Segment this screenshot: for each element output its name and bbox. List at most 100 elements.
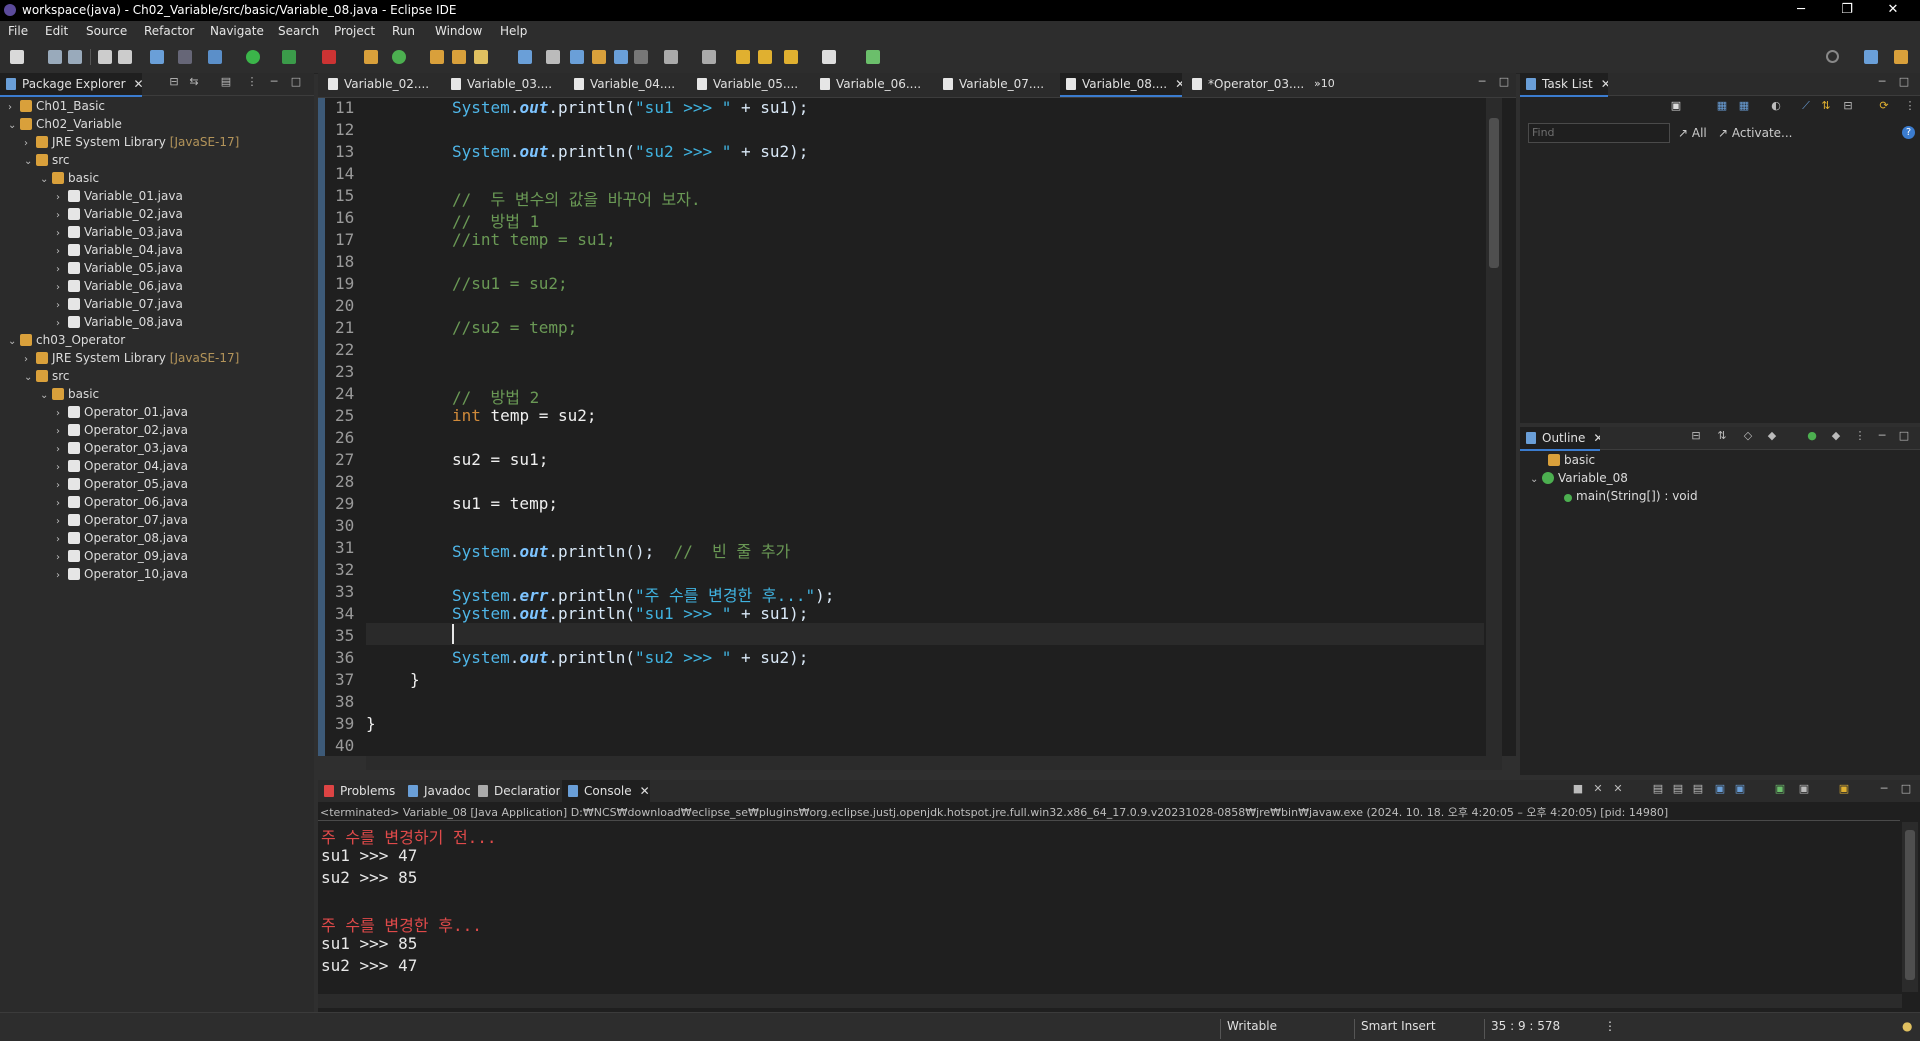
collapse-all-icon[interactable]: ⊟ [1690, 430, 1702, 443]
tree-item[interactable]: › Variable_01.java [56, 187, 183, 205]
tree-item[interactable]: ⌄ src [24, 367, 70, 385]
maximize-button[interactable]: ❐ [1824, 0, 1870, 21]
tree-item[interactable]: › Variable_08.java [56, 313, 183, 331]
tree-item[interactable]: ⌄ src [24, 151, 70, 169]
view-menu-icon[interactable]: ⋮ [246, 76, 258, 89]
menu-refactor[interactable]: Refactor [144, 24, 194, 38]
view-menu-icon[interactable]: ⋮ [1904, 100, 1916, 113]
help-icon[interactable]: ? [1902, 126, 1915, 139]
maximize-icon[interactable]: □ [1900, 783, 1912, 796]
outline-method[interactable]: main(String[]) : void [1564, 487, 1698, 505]
minimize-button[interactable]: ─ [1778, 0, 1824, 21]
close-button[interactable]: ✕ [1870, 0, 1916, 21]
close-icon[interactable]: ✕ [134, 77, 142, 91]
chevron-down-icon[interactable]: ⌄ [8, 333, 20, 351]
maximize-icon[interactable]: □ [1898, 76, 1910, 89]
minimize-icon[interactable]: ─ [268, 76, 280, 89]
debug-icon[interactable] [208, 50, 222, 64]
show-stdout-icon[interactable]: ▣ [1714, 783, 1726, 796]
tree-item[interactable]: › Variable_07.java [56, 295, 183, 313]
code-editor[interactable]: 11 12 13 14 15 16 17 18 19 20 21 22 23 24 25 26 27 28 29 30… [318, 98, 1516, 770]
hide-fields-icon[interactable]: ◇ [1742, 430, 1754, 443]
menu-help[interactable]: Help [500, 24, 527, 38]
tree-item[interactable]: › Operator_02.java [56, 421, 188, 439]
menu-window[interactable]: Window [435, 24, 482, 38]
external-tools-icon[interactable] [322, 50, 336, 64]
tab-variable-06[interactable]: Variable_06.... [814, 73, 932, 95]
maximize-icon[interactable]: □ [1898, 430, 1910, 443]
terminate-icon[interactable]: ■ [1572, 783, 1584, 796]
minimize-icon[interactable]: ─ [1876, 430, 1888, 443]
tree-item[interactable]: ⌄ Ch02_Variable [8, 115, 122, 133]
chevron-down-icon[interactable]: ⌄ [24, 369, 36, 387]
tab-variable-03[interactable]: Variable_03.... [445, 73, 563, 95]
activate-link[interactable]: ↗ Activate... [1718, 126, 1793, 140]
menu-edit[interactable]: Edit [45, 24, 68, 38]
menu-search[interactable]: Search [278, 24, 319, 38]
console-panel[interactable]: <terminated> Variable_08 [Java Applicati… [318, 802, 1920, 1012]
tree-item[interactable]: › Operator_09.java [56, 547, 188, 565]
focus-icon[interactable]: ⟋ [1800, 100, 1812, 113]
chevron-down-icon[interactable]: ⌄ [1530, 471, 1542, 489]
link-editor-icon[interactable]: ⇆ [188, 76, 200, 89]
sync-icon[interactable]: ⟳ [1878, 100, 1890, 113]
coverage-icon[interactable] [282, 50, 296, 64]
display-console-icon[interactable]: ▣ [1798, 783, 1810, 796]
hide-static-icon[interactable]: ◆ [1766, 430, 1778, 443]
hide-completed-icon[interactable]: ◐ [1770, 100, 1782, 113]
back-icon[interactable] [784, 50, 798, 64]
new-task-icon[interactable]: ▣ [1670, 100, 1682, 113]
minimize-icon[interactable]: ─ [1878, 783, 1890, 796]
close-icon[interactable]: ✕ [1175, 77, 1182, 91]
menu-run[interactable]: Run [392, 24, 415, 38]
new-class-icon[interactable] [392, 50, 406, 64]
tree-item[interactable]: › Operator_10.java [56, 565, 188, 583]
outline-package[interactable]: basic [1548, 451, 1595, 469]
open-task-icon[interactable] [452, 50, 466, 64]
sort-icon[interactable]: ⇅ [1820, 100, 1832, 113]
pilcrow-icon[interactable] [634, 50, 648, 64]
tree-item[interactable]: › Variable_03.java [56, 223, 183, 241]
forward-icon[interactable] [822, 50, 836, 64]
prev-annotation-icon[interactable] [702, 50, 716, 64]
tree-item[interactable]: › Ch01_Basic [8, 97, 105, 115]
tree-item[interactable]: › Variable_04.java [56, 241, 183, 259]
hide-local-types-icon[interactable]: ◆ [1830, 430, 1842, 443]
maximize-icon[interactable]: □ [290, 76, 302, 89]
word-wrap-icon[interactable] [592, 50, 606, 64]
new-java-project-icon[interactable] [364, 50, 378, 64]
toggle-highlight-icon[interactable] [546, 50, 560, 64]
save-icon[interactable] [48, 50, 62, 64]
close-icon[interactable]: ✕ [1601, 77, 1608, 91]
scroll-lock-icon[interactable]: ▤ [1672, 783, 1684, 796]
show-whitespace-icon[interactable] [614, 50, 628, 64]
new-icon[interactable] [10, 50, 24, 64]
tree-item[interactable]: › Variable_02.java [56, 205, 183, 223]
word-wrap-icon[interactable]: ▤ [1692, 783, 1704, 796]
menu-source[interactable]: Source [86, 24, 127, 38]
console-vertical-scrollbar[interactable] [1902, 822, 1918, 992]
status-menu-icon[interactable]: ⋮ [1604, 1019, 1616, 1033]
open-type-icon[interactable] [430, 50, 444, 64]
all-link[interactable]: ↗ All [1678, 126, 1707, 140]
pin-console-icon[interactable]: ▣ [1774, 783, 1786, 796]
terminal-icon[interactable] [150, 50, 164, 64]
tab-package-explorer[interactable]: Package Explorer ✕ [0, 73, 142, 97]
tree-item[interactable]: › Variable_05.java [56, 259, 183, 277]
tree-item[interactable]: ⌄ basic [40, 169, 99, 187]
outline-class[interactable]: ⌄ Variable_08 [1530, 469, 1628, 487]
tab-variable-04[interactable]: Variable_04.... [568, 73, 686, 95]
java-perspective-icon[interactable] [1894, 50, 1908, 64]
skip-breakpoints-icon[interactable] [178, 50, 192, 64]
pin-editor-icon[interactable] [866, 50, 880, 64]
find-input[interactable]: Find [1528, 123, 1670, 143]
filter-icon[interactable]: ▤ [220, 76, 232, 89]
tree-item[interactable]: › Operator_03.java [56, 439, 188, 457]
toggle-mark-icon[interactable] [518, 50, 532, 64]
tree-item[interactable]: › JRE System Library [JavaSE-17] [24, 349, 239, 367]
block-selection-icon[interactable] [570, 50, 584, 64]
lightbulb-icon[interactable]: ● [1902, 1019, 1912, 1033]
status-insert-mode[interactable]: Smart Insert [1361, 1019, 1436, 1033]
menu-project[interactable]: Project [334, 24, 375, 38]
tree-item[interactable]: › Operator_04.java [56, 457, 188, 475]
